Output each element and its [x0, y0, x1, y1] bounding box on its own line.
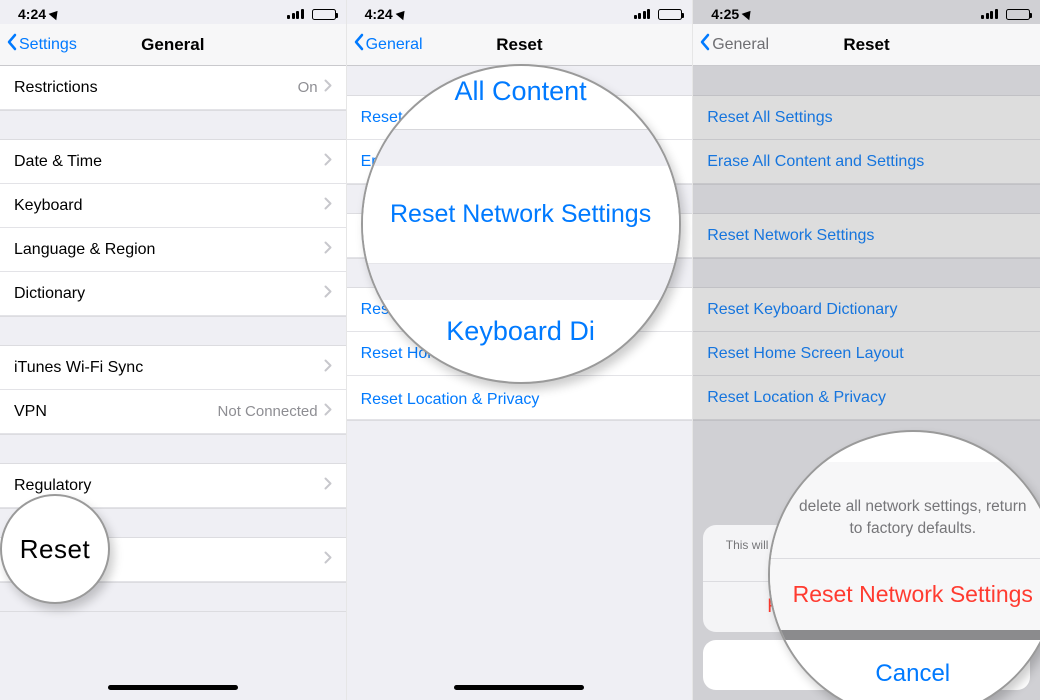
nav-bar: General Reset: [347, 24, 693, 66]
separator: [693, 258, 1040, 288]
row-label: iTunes Wi-Fi Sync: [14, 359, 143, 377]
magnifier-reset-network: All Content Reset Network Settings Keybo…: [361, 64, 681, 384]
row-label: Dictionary: [14, 285, 85, 303]
magnifier-mid: Reset Network Settings: [363, 166, 679, 264]
row-label: Erase All Content and Settings: [707, 153, 924, 171]
magnifier-gap: [363, 264, 679, 300]
chevron-right-icon: [324, 477, 332, 494]
status-time: 4:24: [365, 6, 393, 22]
row-language-region[interactable]: Language & Region: [0, 228, 346, 272]
magnifier-gap: [363, 130, 679, 166]
chevron-right-icon: [324, 241, 332, 258]
row-label: Keyboard: [14, 197, 83, 215]
row-label: Regulatory: [14, 477, 91, 495]
magnifier-sheet-message: delete all network settings, return to f…: [770, 462, 1040, 558]
row-label: Reset Location & Privacy: [361, 387, 540, 409]
location-icon: [395, 8, 408, 21]
home-indicator[interactable]: [108, 685, 238, 690]
row-label: Language & Region: [14, 241, 155, 259]
back-label: Settings: [19, 36, 77, 54]
row-keyboard[interactable]: Keyboard: [0, 184, 346, 228]
magnifier-label: Reset: [20, 534, 90, 565]
row-label: Reset Location & Privacy: [707, 389, 886, 407]
nav-bar: General Reset: [693, 24, 1040, 66]
row-reset-all-settings: Reset All Settings: [693, 96, 1040, 140]
row-label: Reset Network Settings: [707, 227, 874, 245]
status-time: 4:25: [711, 6, 739, 22]
row-itunes-wifi[interactable]: iTunes Wi-Fi Sync: [0, 346, 346, 390]
separator: [693, 66, 1040, 96]
battery-icon: [1006, 9, 1030, 20]
back-button[interactable]: General: [353, 33, 423, 56]
magnifier-msg-line: delete all network settings, return: [799, 498, 1026, 515]
back-button: General: [699, 33, 769, 56]
separator: [0, 434, 346, 464]
row-reset-keyboard-dictionary: Reset Keyboard Dictionary: [693, 288, 1040, 332]
row-detail: Not Connected: [218, 403, 318, 420]
chevron-right-icon: [324, 79, 332, 96]
screen-general: 4:24 Settings General Restrictions On: [0, 0, 347, 700]
chevron-right-icon: [324, 285, 332, 302]
chevron-right-icon: [324, 153, 332, 170]
chevron-left-icon: [699, 33, 711, 56]
battery-icon: [312, 9, 336, 20]
row-label: VPN: [14, 403, 47, 421]
magnifier-reset: Reset: [0, 494, 110, 604]
row-label: Restrictions: [14, 79, 98, 97]
status-bar: 4:25: [693, 0, 1040, 24]
row-restrictions[interactable]: Restrictions On: [0, 66, 346, 110]
chevron-right-icon: [324, 197, 332, 214]
signal-icon: [634, 9, 651, 19]
status-bar: 4:24: [347, 0, 693, 24]
status-time: 4:24: [18, 6, 46, 22]
location-icon: [49, 8, 62, 21]
row-reset-network: Reset Network Settings: [693, 214, 1040, 258]
row-reset-location-privacy: Reset Location & Privacy: [693, 376, 1040, 420]
chevron-right-icon: [324, 359, 332, 376]
status-bar: 4:24: [0, 0, 346, 24]
separator: [0, 110, 346, 140]
row-date-time[interactable]: Date & Time: [0, 140, 346, 184]
signal-icon: [287, 9, 304, 19]
signal-icon: [981, 9, 998, 19]
separator: [0, 316, 346, 346]
back-label: General: [712, 36, 769, 54]
magnifier-msg-line: to factory defaults.: [849, 520, 976, 537]
chevron-left-icon: [353, 33, 365, 56]
nav-bar: Settings General: [0, 24, 346, 66]
screen-reset: 4:24 General Reset Reset All Settings Er…: [347, 0, 694, 700]
row-dictionary[interactable]: Dictionary: [0, 272, 346, 316]
row-erase-all: Erase All Content and Settings: [693, 140, 1040, 184]
magnifier-spacer: [770, 630, 1040, 640]
row-label: Reset Home Screen Layout: [707, 345, 904, 363]
back-label: General: [366, 36, 423, 54]
row-label: Date & Time: [14, 153, 102, 171]
battery-icon: [658, 9, 682, 20]
chevron-right-icon: [324, 403, 332, 420]
chevron-left-icon: [6, 33, 18, 56]
magnifier-sheet-action: Reset Network Settings: [770, 559, 1040, 630]
row-label: Reset All Settings: [707, 109, 832, 127]
separator: [693, 184, 1040, 214]
location-icon: [742, 8, 755, 21]
row-vpn[interactable]: VPN Not Connected: [0, 390, 346, 434]
back-button[interactable]: Settings: [6, 33, 77, 56]
home-indicator[interactable]: [454, 685, 584, 690]
row-reset-home-layout: Reset Home Screen Layout: [693, 332, 1040, 376]
chevron-right-icon: [324, 551, 332, 568]
separator: [347, 420, 693, 660]
magnifier-bot: Keyboard Di: [363, 300, 679, 347]
screen-reset-confirm: 4:25 General Reset Reset All Settings Er…: [693, 0, 1040, 700]
row-label: Reset Keyboard Dictionary: [707, 301, 897, 319]
row-detail: On: [298, 79, 318, 96]
